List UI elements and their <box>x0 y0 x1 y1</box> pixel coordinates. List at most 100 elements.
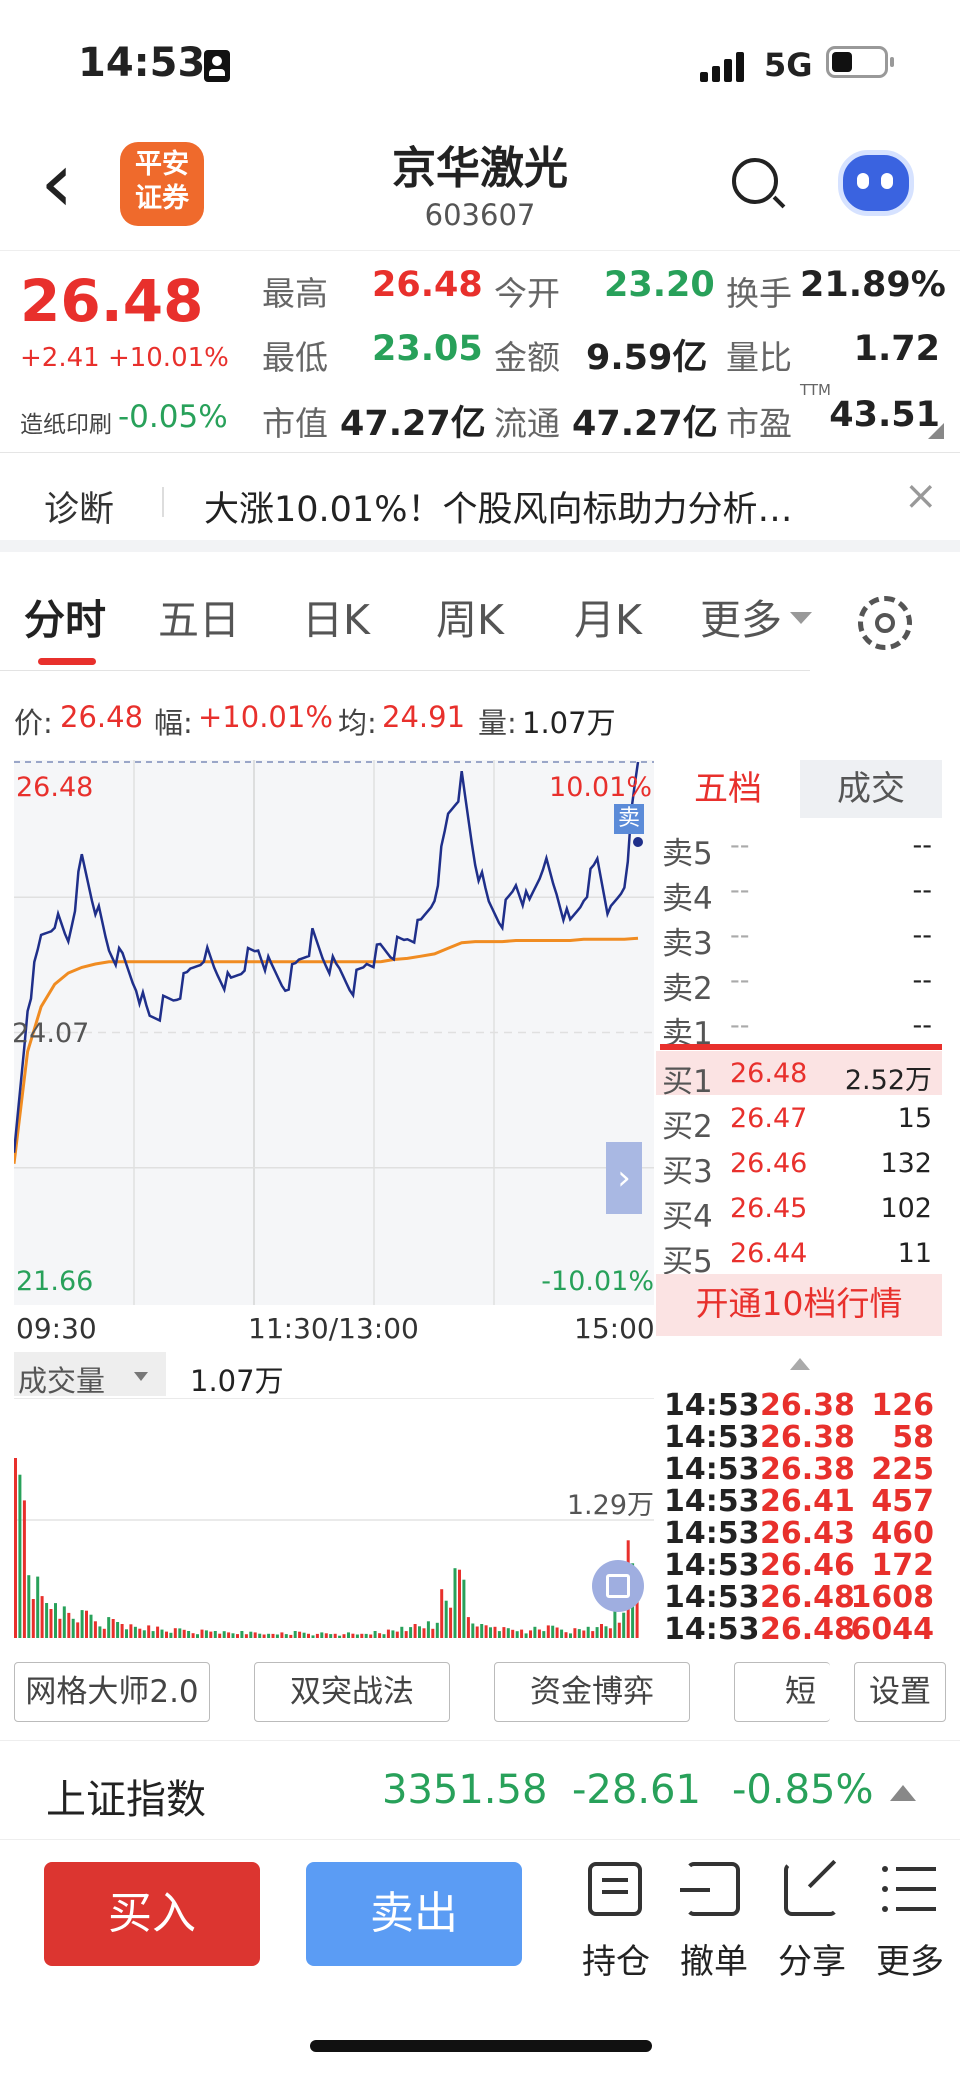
volume-bar <box>493 1626 497 1638</box>
vol-label: 量: <box>478 706 517 740</box>
double-breakout-button[interactable]: 双突战法 <box>254 1662 450 1722</box>
volume-bar <box>196 1634 199 1638</box>
low-value: 23.05 <box>372 329 483 369</box>
bottom-action-bar: 买入 卖出 持仓 撤单 分享 更多 <box>0 1840 960 2079</box>
tab-more[interactable]: 更多 <box>700 586 782 646</box>
amount-value: 9.59亿 <box>586 338 708 378</box>
volume-bar <box>364 1633 368 1638</box>
close-icon[interactable]: × <box>904 473 938 519</box>
trade-price: 26.38 <box>760 1420 855 1455</box>
y-top-label: 26.48 <box>16 772 93 803</box>
expand-panel-icon[interactable]: › <box>606 1142 642 1214</box>
volume-bar <box>307 1633 310 1638</box>
bid-row[interactable]: 买3 26.46 132 <box>662 1140 942 1190</box>
divider <box>162 487 164 517</box>
more-button[interactable]: 更多 <box>864 1858 956 1998</box>
volume-max-label: 1.29万 <box>567 1490 654 1521</box>
last-price: 26.48 <box>20 267 204 335</box>
volume-bar <box>107 1617 111 1638</box>
bid-row[interactable]: 买1 26.48 2.52万 <box>662 1050 942 1100</box>
diagnosis-text[interactable]: 大涨10.01%！个股风向标助力分析… <box>204 481 792 532</box>
trade-row: 14:53 26.48 1608 <box>664 1580 942 1615</box>
back-icon[interactable]: ‹ <box>40 140 74 224</box>
volume-bar <box>284 1634 288 1638</box>
ask-row[interactable]: 卖2 -- -- <box>662 957 942 1007</box>
trade-time: 14:53 <box>664 1548 760 1583</box>
tab-intraday[interactable]: 分时 <box>24 586 106 646</box>
volume-bar <box>435 1622 439 1638</box>
tab-monthly-k[interactable]: 月K <box>574 586 642 646</box>
bid-row[interactable]: 买4 26.45 102 <box>662 1185 942 1235</box>
ask-row[interactable]: 卖4 -- -- <box>662 867 942 917</box>
volume-bar <box>80 1610 84 1638</box>
ask-row[interactable]: 卖3 -- -- <box>662 912 942 962</box>
ask-row[interactable]: 卖1 -- -- <box>662 1002 942 1052</box>
robot-assistant-icon[interactable] <box>838 150 914 216</box>
gear-icon[interactable] <box>858 596 912 650</box>
volume-bar <box>102 1628 106 1638</box>
open-value: 23.20 <box>604 265 715 305</box>
bid-row[interactable]: 买5 26.44 11 <box>662 1230 942 1280</box>
share-icon <box>784 1859 838 1916</box>
ask-volume: -- <box>912 875 933 906</box>
bid-row[interactable]: 买2 26.47 15 <box>662 1095 942 1145</box>
expand-up-icon[interactable] <box>890 1785 916 1801</box>
fullscreen-icon[interactable] <box>592 1560 644 1612</box>
expand-corner-icon[interactable] <box>928 423 944 439</box>
volume-bar <box>604 1626 608 1638</box>
volume-bar <box>231 1633 235 1638</box>
trade-row: 14:53 26.38 126 <box>664 1388 942 1423</box>
volume-bar <box>573 1628 577 1638</box>
volume-bar <box>386 1629 390 1638</box>
broker-logo[interactable]: 平安 证券 <box>120 142 204 226</box>
upgrade-10-level-button[interactable]: 开通10档行情 <box>656 1274 942 1336</box>
position-button[interactable]: 持仓 <box>570 1858 662 1998</box>
trade-time: 14:53 <box>664 1484 760 1519</box>
volume-bar <box>444 1600 448 1638</box>
volume-bar <box>253 1632 257 1638</box>
price-info-bar: 价: 26.48 幅: +10.01% 均: 24.91 量: 1.07万 <box>0 690 960 740</box>
volume-bar <box>373 1631 377 1638</box>
tab-weekly-k[interactable]: 周K <box>436 586 504 646</box>
volume-bar <box>138 1628 142 1638</box>
index-ticker[interactable]: 上证指数 3351.58 -28.61 -0.85% <box>0 1740 960 1840</box>
buy-button[interactable]: 买入 <box>44 1862 260 1966</box>
ask-row[interactable]: 卖5 -- -- <box>662 822 942 872</box>
volume-bar <box>577 1629 581 1638</box>
short-line-button[interactable]: 短线 <box>734 1662 830 1722</box>
diagnosis-bar[interactable]: 诊断 大涨10.01%！个股风向标助力分析… × <box>0 452 960 552</box>
sector-label[interactable]: 造纸印刷 <box>20 405 112 439</box>
scroll-up-icon[interactable] <box>790 1358 810 1370</box>
fund-game-button[interactable]: 资金博弈 <box>494 1662 690 1722</box>
trade-volume: 6044 <box>850 1612 935 1647</box>
tab-five-levels[interactable]: 五档 <box>656 760 800 818</box>
ask-price: -- <box>730 920 750 951</box>
intraday-chart[interactable]: 26.48 24.07 21.66 10.01% -10.01% 卖 › <box>12 760 654 1310</box>
volume-bar <box>120 1624 124 1638</box>
volume-bar <box>200 1629 204 1638</box>
volume-bar <box>333 1633 337 1638</box>
share-button[interactable]: 分享 <box>766 1858 858 1998</box>
sell-button[interactable]: 卖出 <box>306 1862 522 1966</box>
high-value: 26.48 <box>372 265 483 305</box>
tab-daily-k[interactable]: 日K <box>302 586 370 646</box>
volume-bar <box>462 1579 466 1638</box>
cancel-order-button[interactable]: 撤单 <box>668 1858 760 1998</box>
volume-selector[interactable]: 成交量 <box>14 1352 166 1398</box>
volume-bar <box>93 1621 97 1638</box>
ask-price: -- <box>730 830 750 861</box>
tools-settings-button[interactable]: 设置 <box>854 1662 946 1722</box>
volume-bar <box>564 1632 568 1638</box>
volume-bar <box>418 1626 421 1638</box>
volume-bar <box>506 1628 510 1638</box>
sell-marker[interactable]: 卖 <box>614 804 644 834</box>
tab-trades[interactable]: 成交 <box>800 760 942 818</box>
tab-five-day[interactable]: 五日 <box>158 586 240 646</box>
volume-bar <box>409 1627 413 1638</box>
volume-bar <box>511 1629 515 1638</box>
grid-master-button[interactable]: 网格大师2.0 <box>14 1662 210 1722</box>
trade-price: 26.41 <box>760 1484 855 1519</box>
volume-bar <box>391 1630 395 1638</box>
search-icon[interactable] <box>730 156 788 214</box>
volume-bar <box>62 1606 66 1638</box>
